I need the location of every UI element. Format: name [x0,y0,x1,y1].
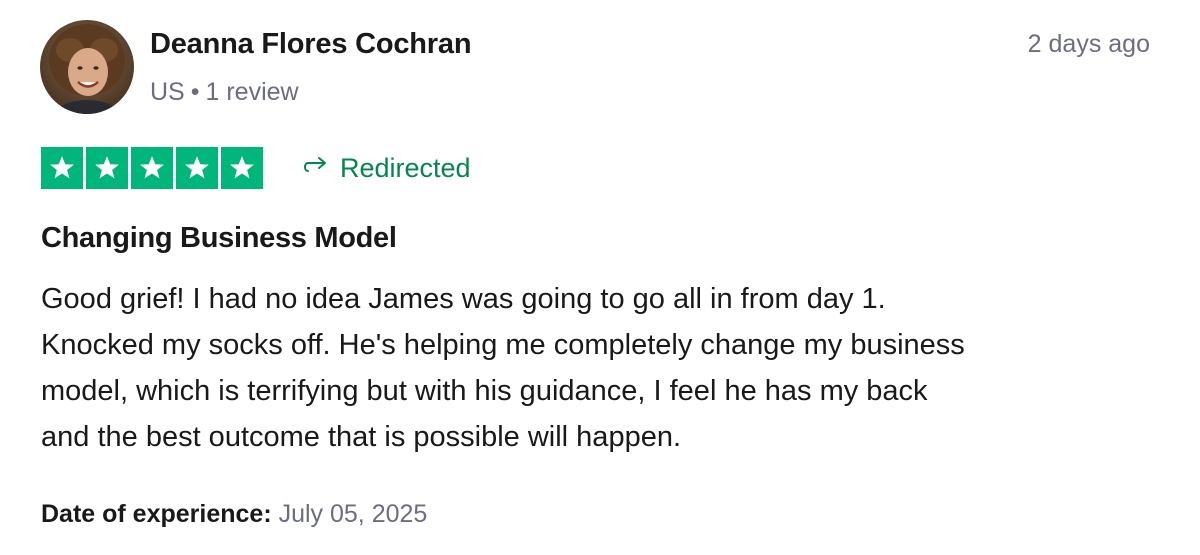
redirected-badge: Redirected [302,150,471,186]
star-rating [41,147,263,189]
star-icon [95,156,119,179]
experience-date: July 05, 2025 [278,500,428,528]
star-icon [140,156,164,179]
star-icon [50,156,74,179]
star-box [41,147,83,189]
star-icon [185,156,209,179]
star-box [86,147,128,189]
redirect-arrow-icon [302,150,330,186]
meta-separator: • [190,78,200,106]
reviewer-avatar[interactable] [40,20,134,114]
user-avatar-photo-icon [40,20,134,114]
redirected-label: Redirected [340,153,471,183]
star-icon [230,156,254,179]
star-box [131,147,173,189]
star-box [176,147,218,189]
review-body-line: Knocked my socks off. He's helping me co… [41,329,965,361]
review-body-line: and the best outcome that is possible wi… [41,421,682,453]
star-box [221,147,263,189]
review-body: Good grief! I had no idea James was goin… [41,276,1171,460]
experience-label: Date of experience: [41,500,272,528]
reviewer-name[interactable]: Deanna Flores Cochran [150,24,472,64]
review-card: Deanna Flores Cochran US • 1 review 2 days… [0,0,1200,555]
review-body-line: Good grief! I had no idea James was goin… [41,283,886,315]
date-of-experience: Date of experience: July 05, 2025 [41,496,427,532]
review-title[interactable]: Changing Business Model [41,218,397,258]
review-timestamp: 2 days ago [1027,30,1150,58]
reviewer-review-count: 1 review [205,78,299,106]
reviewer-country: US [150,78,185,106]
reviewer-meta: US • 1 review [150,74,299,110]
review-body-line: model, which is terrifying but with his … [41,375,928,407]
